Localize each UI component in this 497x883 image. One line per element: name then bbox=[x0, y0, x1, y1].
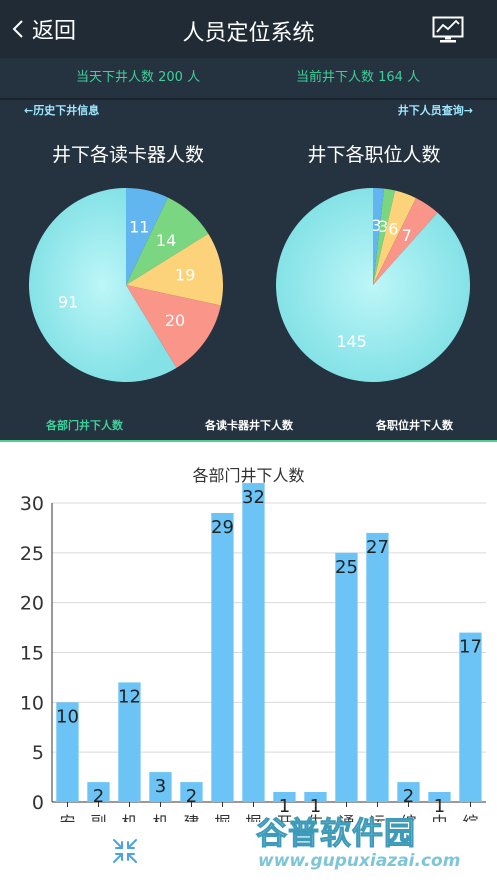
watermark-url: www.gupuxiazai.com bbox=[258, 851, 461, 871]
site-watermark: 谷普软件园 www.gupuxiazai.com bbox=[248, 808, 496, 883]
bar bbox=[459, 632, 482, 802]
bar-value-label: 3 bbox=[155, 776, 166, 797]
shrink-arrows-icon bbox=[113, 839, 137, 863]
bar-value-label: 27 bbox=[366, 537, 389, 558]
bar-value-label: 12 bbox=[118, 686, 141, 707]
bar bbox=[211, 513, 234, 802]
y-tick-label: 5 bbox=[32, 742, 44, 764]
y-tick-label: 30 bbox=[20, 493, 44, 515]
y-tick-label: 15 bbox=[20, 643, 44, 665]
bar bbox=[242, 483, 265, 802]
bar-value-label: 17 bbox=[459, 637, 482, 658]
y-tick-label: 0 bbox=[32, 792, 44, 814]
y-tick-label: 25 bbox=[20, 543, 44, 565]
y-tick-label: 20 bbox=[20, 593, 44, 615]
watermark-title: 谷普软件园 bbox=[256, 816, 416, 853]
bar bbox=[366, 532, 389, 802]
shrink-button[interactable] bbox=[112, 838, 138, 868]
bar-value-label: 25 bbox=[335, 557, 358, 578]
bar bbox=[335, 552, 358, 802]
bar-value-label: 32 bbox=[242, 487, 265, 508]
y-tick-label: 10 bbox=[20, 692, 44, 714]
bar-value-label: 10 bbox=[56, 706, 79, 727]
bar-value-label: 29 bbox=[211, 517, 234, 538]
bar-chart: 05101520253010安2副12机3机2建29掘32掘1开1生25通27运… bbox=[20, 483, 486, 832]
